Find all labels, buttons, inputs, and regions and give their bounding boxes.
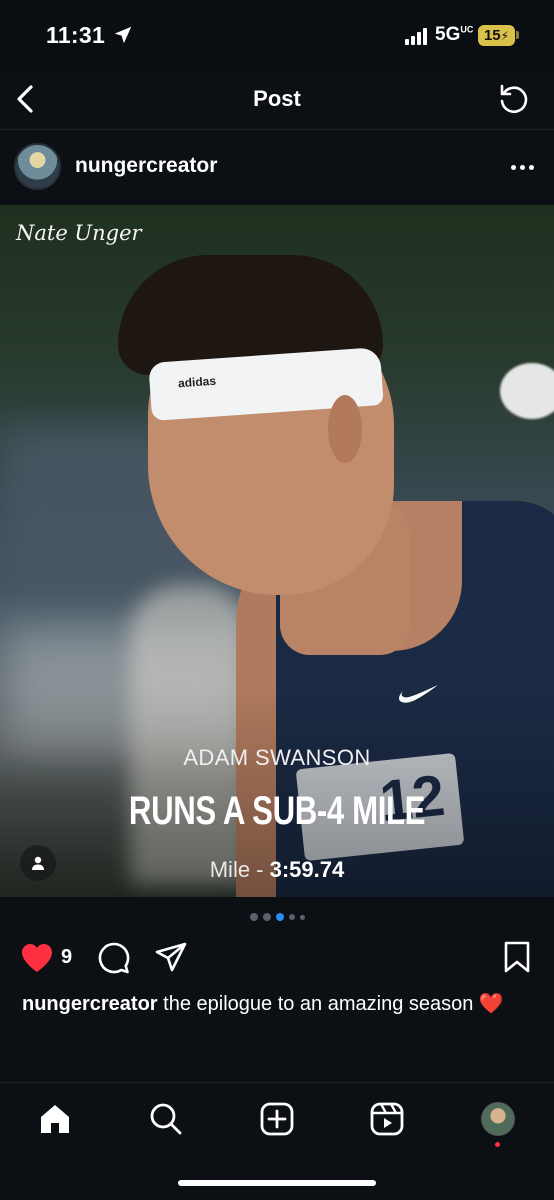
- notification-dot: [495, 1142, 500, 1147]
- refresh-icon: [500, 84, 528, 114]
- battery-tip: [516, 31, 519, 39]
- tab-reels[interactable]: [367, 1099, 407, 1139]
- profile-avatar: [481, 1102, 515, 1136]
- battery-level: 15: [483, 27, 501, 44]
- home-indicator: [178, 1180, 376, 1186]
- result-time: 3:59.74: [269, 857, 345, 882]
- post-caption: nungercreator the epilogue to an amazing…: [22, 990, 532, 1018]
- post-header: nungercreator: [0, 131, 554, 204]
- refresh-button[interactable]: [496, 81, 532, 117]
- caption-username[interactable]: nungercreator: [22, 993, 158, 1015]
- battery-icon: 15⚡: [478, 25, 515, 46]
- bookmark-icon[interactable]: [502, 940, 532, 974]
- comment-icon[interactable]: [97, 941, 131, 975]
- search-icon: [150, 1103, 182, 1135]
- runner-ear: [328, 395, 362, 463]
- heart-filled-icon[interactable]: [20, 942, 54, 974]
- like-count[interactable]: 9: [61, 946, 72, 969]
- tab-profile[interactable]: [478, 1099, 518, 1139]
- carousel-dot: [249, 913, 258, 921]
- author-avatar[interactable]: [14, 143, 61, 190]
- add-post-icon: [260, 1102, 294, 1136]
- carousel-dot: [288, 914, 295, 920]
- tagged-people-button[interactable]: [20, 845, 56, 881]
- post-actions: 9: [0, 938, 554, 978]
- headline: RUNS A SUB-4 MILE: [128, 789, 426, 833]
- race-result: Mile - 3:59.74: [209, 857, 345, 882]
- reels-icon: [370, 1102, 404, 1136]
- more-options-button[interactable]: [511, 155, 534, 179]
- carousel-dot: [299, 914, 305, 920]
- athlete-name: ADAM SWANSON: [183, 745, 371, 770]
- nav-bar: Post: [0, 72, 554, 130]
- status-time: 11:31: [46, 22, 106, 48]
- cellular-signal-icon: [405, 27, 427, 45]
- more-horizontal-icon: [511, 164, 516, 170]
- post-image[interactable]: 12 adidas Nate Unger ADAM SWANSON RUNS A…: [0, 205, 554, 897]
- status-bar: 11:31 5GUC 15⚡: [0, 0, 554, 72]
- caption-text: the epilogue to an amazing season ❤️: [157, 993, 504, 1015]
- headband-logo: adidas: [177, 373, 217, 391]
- background-object: [500, 363, 554, 419]
- author-username[interactable]: nungercreator: [75, 154, 217, 178]
- location-arrow-icon: [114, 26, 132, 44]
- network-type: 5GUC: [435, 24, 474, 45]
- carousel-indicator: [0, 913, 554, 921]
- home-icon: [41, 1105, 69, 1133]
- tab-search[interactable]: [146, 1099, 186, 1139]
- person-tag-icon: [32, 856, 44, 870]
- carousel-dot-active: [275, 913, 284, 921]
- send-icon[interactable]: [154, 941, 188, 975]
- tab-create[interactable]: [257, 1099, 297, 1139]
- tab-home[interactable]: [35, 1099, 75, 1139]
- carousel-dot: [262, 913, 271, 921]
- page-title: Post: [253, 86, 301, 111]
- photographer-watermark: Nate Unger: [16, 221, 142, 245]
